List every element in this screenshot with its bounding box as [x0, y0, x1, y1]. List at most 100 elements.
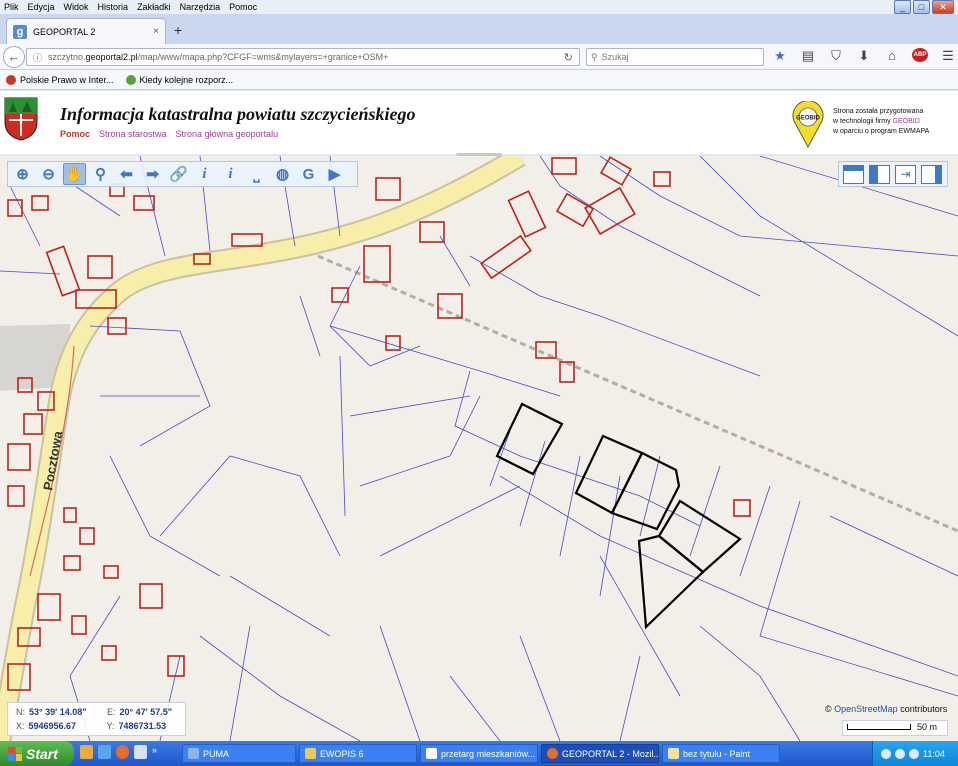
close-window-button[interactable]: ✕ — [932, 0, 954, 14]
zoom-out-icon[interactable]: ⊖ — [37, 163, 60, 185]
media-player-icon[interactable] — [80, 745, 93, 759]
bookmark-polskie-prawo[interactable]: Polskie Prawo w Inter... — [6, 74, 114, 85]
tab-close-icon[interactable]: × — [153, 26, 159, 37]
task-label: GEOPORTAL 2 - Mozil... — [562, 748, 659, 759]
building — [7, 199, 23, 217]
building — [31, 195, 49, 211]
pomoc-link[interactable]: Pomoc — [60, 129, 90, 139]
info-icon[interactable]: i — [193, 163, 216, 185]
building — [507, 190, 547, 238]
adblock-icon[interactable]: ABP — [912, 48, 928, 62]
download-icon[interactable]: ⬇ — [856, 48, 872, 64]
panel-left-icon[interactable] — [869, 164, 890, 184]
link-icon[interactable]: 🔗 — [167, 163, 190, 185]
coord-n-value: 53° 39' 14.08" — [29, 707, 87, 717]
system-tray: 11:04 — [872, 741, 958, 766]
tab-geoportal[interactable]: g GEOPORTAL 2 × — [6, 18, 166, 44]
bookmark-label: Polskie Prawo w Inter... — [20, 74, 114, 85]
menu-edycja[interactable]: Edycja — [28, 2, 55, 12]
bookmarks-list-icon[interactable]: ▤ — [800, 48, 816, 64]
geobid-link[interactable]: GEOBID — [893, 118, 920, 125]
starostwo-link[interactable]: Strona starostwa — [99, 129, 167, 139]
tray-arrow-icon[interactable] — [881, 748, 891, 759]
next-view-icon[interactable]: ➡ — [141, 163, 164, 185]
info-icon[interactable]: ⓘ — [33, 51, 42, 64]
firefox-icon[interactable] — [116, 745, 129, 759]
page-title: Informacja katastralna powiatu szczycień… — [60, 104, 416, 124]
zoom-area-icon[interactable]: ⚲ — [89, 163, 112, 185]
building — [733, 499, 751, 517]
task-ewopis[interactable]: EWOPIS 6 — [299, 744, 417, 763]
windows-logo-icon — [8, 746, 22, 761]
building — [79, 527, 95, 545]
pan-hand-icon[interactable]: ✋ — [63, 163, 86, 185]
coord-n-label: N: — [16, 707, 25, 717]
geobid-logo-icon: GEOBID — [792, 101, 824, 149]
zoom-in-icon[interactable]: ⊕ — [11, 163, 34, 185]
pocket-icon[interactable]: ⛉ — [828, 48, 844, 64]
bookmark-star-icon[interactable]: ★ — [772, 48, 788, 64]
tray-volume-icon[interactable] — [909, 748, 919, 759]
openstreetmap-link[interactable]: OpenStreetMap — [834, 704, 898, 714]
panel-export-icon[interactable]: ⇥ — [895, 164, 916, 184]
selected-parcels — [495, 402, 742, 630]
ie-icon[interactable] — [98, 745, 111, 759]
task-puma[interactable]: PUMA — [182, 744, 296, 763]
building — [63, 555, 81, 571]
clock[interactable]: 11:04 — [923, 749, 945, 759]
menu-plik[interactable]: Plik — [4, 2, 19, 12]
geobid-line-3: w oparciu o program EWMAPA — [833, 128, 930, 135]
back-button[interactable]: ← — [3, 46, 25, 68]
scale-label: 50 m — [917, 722, 938, 732]
map-canvas[interactable]: Pocztowa — [0, 156, 958, 741]
word-app-icon — [426, 748, 437, 759]
tray-network-icon[interactable] — [895, 748, 905, 759]
panel-right-icon[interactable] — [921, 164, 942, 184]
hamburger-menu-icon[interactable]: ☰ — [940, 48, 956, 64]
map-layer[interactable]: Pocztowa — [0, 156, 958, 741]
building — [385, 335, 401, 351]
home-icon[interactable]: ⌂ — [884, 48, 900, 64]
menu-historia[interactable]: Historia — [98, 2, 129, 12]
geoportal-home-link[interactable]: Strona główna geoportalu — [176, 129, 279, 139]
geobid-logo-text: GEOBID — [796, 116, 820, 122]
maximize-button[interactable]: □ — [913, 0, 930, 14]
previous-view-icon[interactable]: ⬅ — [115, 163, 138, 185]
new-tab-button[interactable]: + — [174, 22, 182, 38]
menu-narzedzia[interactable]: Narzędzia — [180, 2, 221, 12]
search-input[interactable]: ⚲ Szukaj — [586, 48, 764, 66]
task-label: PUMA — [203, 748, 230, 759]
search-placeholder: Szukaj — [601, 52, 629, 62]
building — [103, 565, 119, 579]
task-paint[interactable]: bez tytułu - Paint — [662, 744, 780, 763]
menu-widok[interactable]: Widok — [64, 2, 89, 12]
navbar-icons: ★ ▤ ⛉ ⬇ ⌂ ABP ☰ — [772, 48, 956, 64]
url-text: szczytno.geoportal2.pl/map/www/mapa.php?… — [48, 52, 389, 62]
reload-icon[interactable]: ↻ — [564, 51, 573, 64]
bookmark-kiedy-kolejne[interactable]: Kiedy kolejne rozporz... — [125, 74, 233, 85]
building — [87, 255, 113, 279]
menu-zakladki[interactable]: Zakładki — [137, 2, 171, 12]
start-button[interactable]: Start — [0, 741, 74, 766]
minimize-button[interactable]: _ — [894, 0, 911, 14]
attribution-text: contributors — [897, 704, 948, 714]
task-label: bez tytułu - Paint — [683, 748, 751, 759]
building — [437, 293, 463, 319]
panel-top-icon[interactable] — [843, 164, 864, 184]
info-extended-icon[interactable]: i — [219, 163, 242, 185]
task-geoportal[interactable]: GEOPORTAL 2 - Mozil... — [541, 744, 659, 763]
panel-toolbar: ⇥ — [838, 161, 948, 187]
google-icon[interactable]: G — [297, 163, 320, 185]
quicklaunch-arrow-icon[interactable]: » — [152, 745, 165, 759]
globe-icon[interactable]: ◍ — [271, 163, 294, 185]
window-controls: _ □ ✕ — [894, 0, 954, 14]
building-outlines — [7, 156, 751, 691]
desktop-icon[interactable] — [134, 745, 147, 759]
url-bar[interactable]: ⓘ szczytno.geoportal2.pl/map/www/mapa.ph… — [26, 48, 580, 66]
measure-icon[interactable]: ⎵ — [245, 163, 268, 185]
menu-pomoc[interactable]: Pomoc — [229, 2, 257, 12]
camera-icon[interactable]: ▶ — [323, 163, 346, 185]
task-przetarg[interactable]: przetarg mieszkaniów... — [420, 744, 538, 763]
bookmark-favicon-icon — [125, 74, 136, 85]
building — [600, 156, 632, 186]
